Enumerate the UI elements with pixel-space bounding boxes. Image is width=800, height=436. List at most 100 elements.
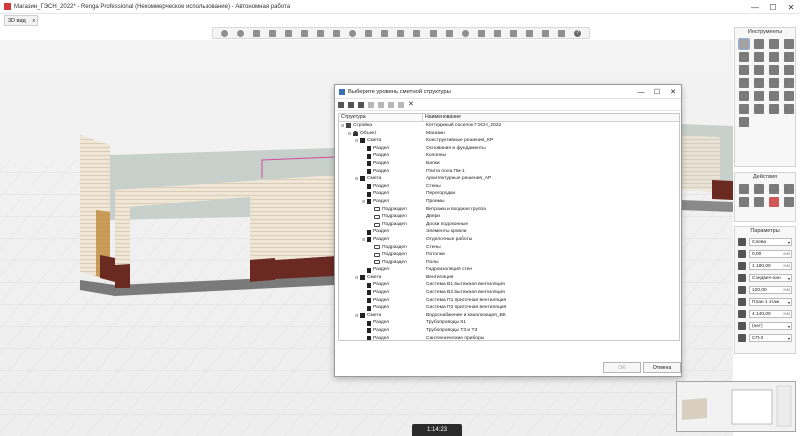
redo-icon[interactable]: [236, 29, 244, 37]
plumbing-tool-icon[interactable]: [739, 91, 749, 101]
chevron-down-icon[interactable]: ▾: [788, 239, 791, 245]
rotate-icon[interactable]: [754, 184, 764, 194]
tree-row[interactable]: Подраздел Стены: [339, 244, 679, 252]
expand-toggle-icon[interactable]: ⊟: [355, 312, 359, 320]
mirror-icon[interactable]: [769, 184, 779, 194]
move-up-icon[interactable]: [378, 101, 384, 108]
text-tool-icon[interactable]: [739, 117, 749, 127]
parameter-input[interactable]: 4 140,00 мм: [749, 310, 792, 318]
room-tool-icon[interactable]: [739, 78, 749, 88]
copy-icon[interactable]: [358, 101, 364, 108]
roof-tool-icon[interactable]: [754, 52, 764, 62]
dialog-maximize-button[interactable]: ☐: [649, 85, 665, 99]
column-tool-icon[interactable]: [769, 39, 779, 49]
tab-close-icon[interactable]: x: [33, 18, 36, 24]
tree-row[interactable]: Раздел Гидроизоляция стен: [339, 266, 679, 274]
dimension-tool-icon[interactable]: [784, 104, 794, 114]
paint-icon[interactable]: [429, 29, 437, 37]
parameter-select[interactable]: Слева ▾: [749, 238, 792, 246]
properties-icon[interactable]: [509, 29, 517, 37]
slab-tool-icon[interactable]: [739, 52, 749, 62]
level-icon[interactable]: [268, 29, 276, 37]
element-tool-icon[interactable]: [769, 91, 779, 101]
parameter-select[interactable]: Сэндвич-пан ▾: [749, 274, 792, 282]
export-icon[interactable]: [542, 29, 550, 37]
tree-row[interactable]: Подраздел Полы: [339, 259, 679, 267]
help-icon[interactable]: ?: [574, 29, 582, 37]
tree-row[interactable]: ⊟ Стройка Коттеджный поселок ГЭСН_2022: [339, 122, 679, 130]
expand-toggle-icon[interactable]: ⊟: [355, 274, 359, 282]
tree-row[interactable]: Подраздел Потолки: [339, 251, 679, 259]
indent-icon[interactable]: [398, 101, 404, 108]
tab-3d-view[interactable]: 3D вид x: [4, 15, 38, 26]
expand-toggle-icon[interactable]: ⊟: [348, 130, 352, 138]
view-icon[interactable]: [317, 29, 324, 37]
clear-icon[interactable]: ✕: [408, 101, 414, 108]
expand-toggle-icon[interactable]: ⊟: [355, 175, 359, 183]
move-down-icon[interactable]: [388, 101, 394, 108]
select-tool-icon[interactable]: [738, 38, 750, 50]
parameter-select[interactable]: СП-3 ▾: [749, 334, 792, 342]
expand-toggle-icon[interactable]: ⊟: [355, 137, 359, 145]
grid-icon[interactable]: [477, 29, 485, 37]
chevron-down-icon[interactable]: ▾: [788, 299, 791, 305]
railing-tool-icon[interactable]: [784, 65, 794, 75]
paste-icon[interactable]: [413, 29, 421, 37]
cut-icon[interactable]: [381, 29, 389, 37]
undo-icon[interactable]: [220, 29, 228, 37]
tree-row[interactable]: ⊟ Раздел Проемы: [339, 198, 679, 206]
structure-tree[interactable]: Структура Наименование ⊟ Стройка Коттеджны…: [338, 113, 680, 341]
dialog-minimize-button[interactable]: —: [633, 85, 649, 99]
tree-row[interactable]: Подраздел Доски подоконные: [339, 221, 679, 229]
column-header-structure[interactable]: Структура: [339, 114, 423, 121]
minimize-button[interactable]: —: [746, 0, 764, 14]
cancel-button[interactable]: Отмена: [643, 362, 681, 373]
parameter-input[interactable]: 0,00 мм: [749, 250, 792, 258]
stair-tool-icon[interactable]: [784, 52, 794, 62]
tree-row[interactable]: Раздел Трубопроводы К1: [339, 319, 679, 327]
equipment-tool-icon[interactable]: [754, 78, 764, 88]
copy-icon[interactable]: [397, 29, 405, 37]
chevron-down-icon[interactable]: ▾: [788, 275, 791, 281]
orbit-icon[interactable]: [349, 29, 357, 37]
move-icon[interactable]: [739, 184, 749, 194]
line-tool-icon[interactable]: [754, 104, 764, 114]
tree-row[interactable]: Раздел Балки: [339, 160, 679, 168]
tree-row[interactable]: Раздел Перегородки: [339, 190, 679, 198]
screen-minimap[interactable]: [676, 381, 796, 432]
select-icon[interactable]: [252, 29, 260, 37]
column-header-name[interactable]: Наименование: [423, 114, 461, 121]
quantities-icon[interactable]: [526, 29, 534, 37]
tree-row[interactable]: Подраздел Двери: [339, 213, 679, 221]
chevron-down-icon[interactable]: ▾: [788, 335, 791, 341]
tree-row[interactable]: Раздел Трубопроводы Т3 и Т3: [339, 327, 679, 335]
trim-icon[interactable]: [739, 197, 749, 207]
save-icon[interactable]: [284, 29, 292, 37]
delete-action-icon[interactable]: [769, 197, 779, 207]
window-tool-icon[interactable]: [739, 65, 749, 75]
pipe-tool-icon[interactable]: [769, 78, 779, 88]
level-tool-icon[interactable]: [739, 104, 749, 114]
expand-toggle-icon[interactable]: ⊟: [362, 198, 366, 206]
hatch-tool-icon[interactable]: [769, 104, 779, 114]
add-icon[interactable]: [338, 101, 344, 108]
tree-row[interactable]: Раздел Элементы кровли: [339, 228, 679, 236]
beam-tool-icon[interactable]: [784, 39, 794, 49]
expand-toggle-icon[interactable]: ⊟: [362, 236, 366, 244]
opening-tool-icon[interactable]: [769, 65, 779, 75]
parameter-input[interactable]: 1 180,00 мм: [749, 262, 792, 270]
duct-tool-icon[interactable]: [784, 78, 794, 88]
layers-icon[interactable]: [333, 29, 341, 37]
tree-row[interactable]: ⊟ Объект Магазин: [339, 130, 679, 138]
tree-row[interactable]: Раздел Основания и фундаменты: [339, 145, 679, 153]
axis-tool-icon[interactable]: [784, 91, 794, 101]
tree-row[interactable]: ⊟ Смета Архитектурные решения_АР: [339, 175, 679, 183]
wrench-icon[interactable]: [558, 29, 566, 37]
tree-row[interactable]: Раздел Система П2 приточная вентиляция: [339, 304, 679, 312]
array-icon[interactable]: [784, 184, 794, 194]
tree-row[interactable]: Подраздел Витражи и входная группа: [339, 206, 679, 214]
paste-icon[interactable]: [368, 101, 374, 108]
fitting-tool-icon[interactable]: [754, 91, 764, 101]
open-icon[interactable]: [300, 29, 308, 37]
lines-icon[interactable]: [445, 29, 453, 37]
